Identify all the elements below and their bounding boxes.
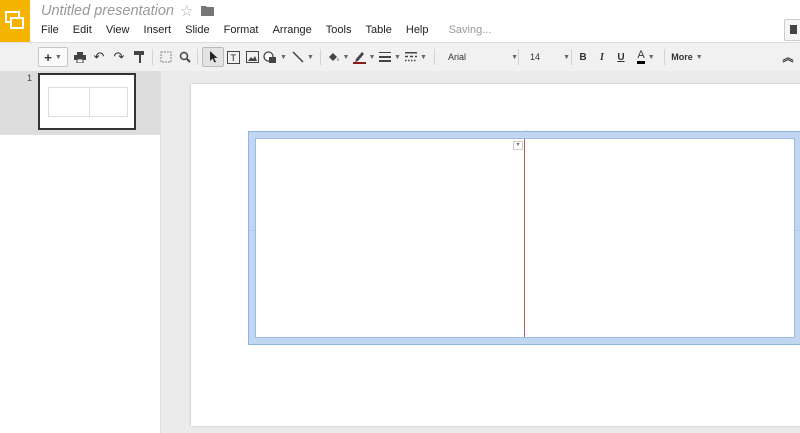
chevron-down-icon: ▼ — [563, 53, 570, 61]
select-tool-button[interactable] — [202, 47, 224, 67]
bold-button[interactable]: B — [576, 47, 590, 67]
font-select[interactable]: Arial ▼ — [444, 47, 522, 67]
menu-bar: File Edit View Insert Slide Format Arran… — [41, 24, 502, 36]
paint-roller-icon — [133, 51, 144, 63]
menu-insert[interactable]: Insert — [144, 24, 172, 36]
resize-handle-left[interactable] — [250, 228, 256, 238]
cell-menu-icon[interactable]: ▾ — [513, 141, 523, 150]
more-label: More — [671, 52, 693, 62]
fit-icon — [160, 51, 172, 63]
line-weight-button[interactable]: ▼ — [378, 47, 402, 67]
menu-table[interactable]: Table — [366, 24, 392, 36]
divider — [320, 49, 321, 65]
slide[interactable]: ▾ — [191, 84, 800, 426]
zoom-icon — [179, 51, 191, 63]
resize-handle-top[interactable] — [523, 128, 529, 138]
new-slide-button[interactable]: + ▼ — [38, 47, 68, 67]
text-color-icon: A — [637, 50, 645, 64]
paint-format-button[interactable] — [131, 47, 147, 67]
menu-file[interactable]: File — [41, 24, 59, 36]
chevron-down-icon: ▼ — [511, 53, 518, 61]
chevron-down-icon: ▼ — [647, 53, 655, 61]
text-box-button[interactable]: T — [225, 47, 241, 67]
chevron-down-icon: ▼ — [394, 53, 401, 61]
menu-arrange[interactable]: Arrange — [273, 24, 312, 36]
underline-button[interactable]: U — [614, 47, 628, 67]
shape-icon — [263, 50, 277, 63]
svg-text:T: T — [230, 53, 236, 63]
folder-icon[interactable] — [201, 5, 214, 16]
save-status: Saving... — [448, 24, 492, 36]
document-title[interactable]: Untitled presentation — [41, 3, 174, 19]
line-icon — [292, 51, 304, 63]
redo-button[interactable]: ↷ — [111, 47, 127, 67]
line-button[interactable]: ▼ — [290, 47, 316, 67]
text-color-button[interactable]: A ▼ — [631, 47, 661, 67]
divider — [518, 49, 519, 65]
slide-number: 1 — [27, 73, 33, 83]
table-selection-frame[interactable]: ▾ — [248, 128, 800, 345]
table[interactable]: ▾ — [255, 138, 795, 338]
image-icon — [245, 51, 259, 63]
print-icon — [74, 51, 86, 63]
pencil-icon — [352, 52, 366, 64]
paint-bucket-icon — [328, 52, 339, 61]
present-button[interactable] — [784, 19, 800, 41]
chevron-down-icon: ▼ — [307, 53, 314, 61]
menu-format[interactable]: Format — [224, 24, 259, 36]
cursor-icon — [209, 51, 217, 63]
divider — [197, 49, 198, 65]
divider — [152, 49, 153, 65]
slides-logo[interactable] — [0, 0, 30, 42]
slide-thumbnail[interactable] — [38, 73, 136, 130]
italic-button[interactable]: I — [595, 47, 609, 67]
chevron-down-icon: ▼ — [420, 53, 427, 61]
column-divider[interactable] — [524, 139, 525, 337]
slides-icon — [5, 11, 24, 29]
editor-canvas: ▾ — [161, 71, 800, 433]
line-color-button[interactable]: ▼ — [352, 47, 376, 67]
chevron-down-icon: ▼ — [368, 53, 376, 61]
double-chevron-up-icon: ︽ — [782, 52, 794, 64]
menu-view[interactable]: View — [106, 24, 130, 36]
font-size: 14 — [530, 52, 541, 62]
menu-edit[interactable]: Edit — [73, 24, 92, 36]
toolbar: + ▼ ↶ ↷ T ▼ ▼ ▼ ▼ ▼ ▼ Arial ▼ 14 ▼ B I U… — [0, 42, 800, 72]
print-button[interactable] — [72, 47, 88, 67]
resize-handle-bottom[interactable] — [523, 332, 529, 342]
fill-color-button[interactable]: ▼ — [326, 47, 350, 67]
shape-button[interactable]: ▼ — [262, 47, 288, 67]
zoom-button[interactable] — [177, 47, 193, 67]
line-weight-icon — [379, 52, 392, 62]
divider — [434, 49, 435, 65]
slide-thumbnail-item[interactable]: 1 — [0, 71, 160, 135]
undo-button[interactable]: ↶ — [91, 47, 107, 67]
menu-help[interactable]: Help — [406, 24, 429, 36]
more-button[interactable]: More ▼ — [668, 47, 706, 67]
menu-tools[interactable]: Tools — [326, 24, 352, 36]
slide-filmstrip: 1 — [0, 71, 161, 433]
plus-icon: + — [44, 49, 52, 65]
resize-handle-right[interactable] — [794, 228, 800, 238]
chevron-down-icon: ▼ — [695, 53, 703, 61]
menu-slide[interactable]: Slide — [185, 24, 209, 36]
thumbnail-table — [48, 87, 128, 117]
zoom-fit-button[interactable] — [158, 47, 174, 67]
divider — [571, 49, 572, 65]
undo-icon: ↶ — [93, 49, 105, 64]
font-name: Arial — [448, 52, 467, 62]
chevron-down-icon: ▼ — [54, 53, 62, 61]
line-dash-icon — [405, 52, 418, 62]
star-icon[interactable]: ☆ — [180, 2, 193, 20]
line-dash-button[interactable]: ▼ — [404, 47, 428, 67]
collapse-toolbar-button[interactable]: ︽ — [780, 47, 796, 67]
chevron-down-icon: ▼ — [280, 53, 287, 61]
chevron-down-icon: ▼ — [342, 53, 350, 61]
font-size-select[interactable]: 14 ▼ — [526, 47, 574, 67]
divider — [664, 49, 665, 65]
image-button[interactable] — [244, 47, 260, 67]
redo-icon: ↷ — [113, 49, 125, 64]
text-box-icon: T — [226, 50, 240, 64]
